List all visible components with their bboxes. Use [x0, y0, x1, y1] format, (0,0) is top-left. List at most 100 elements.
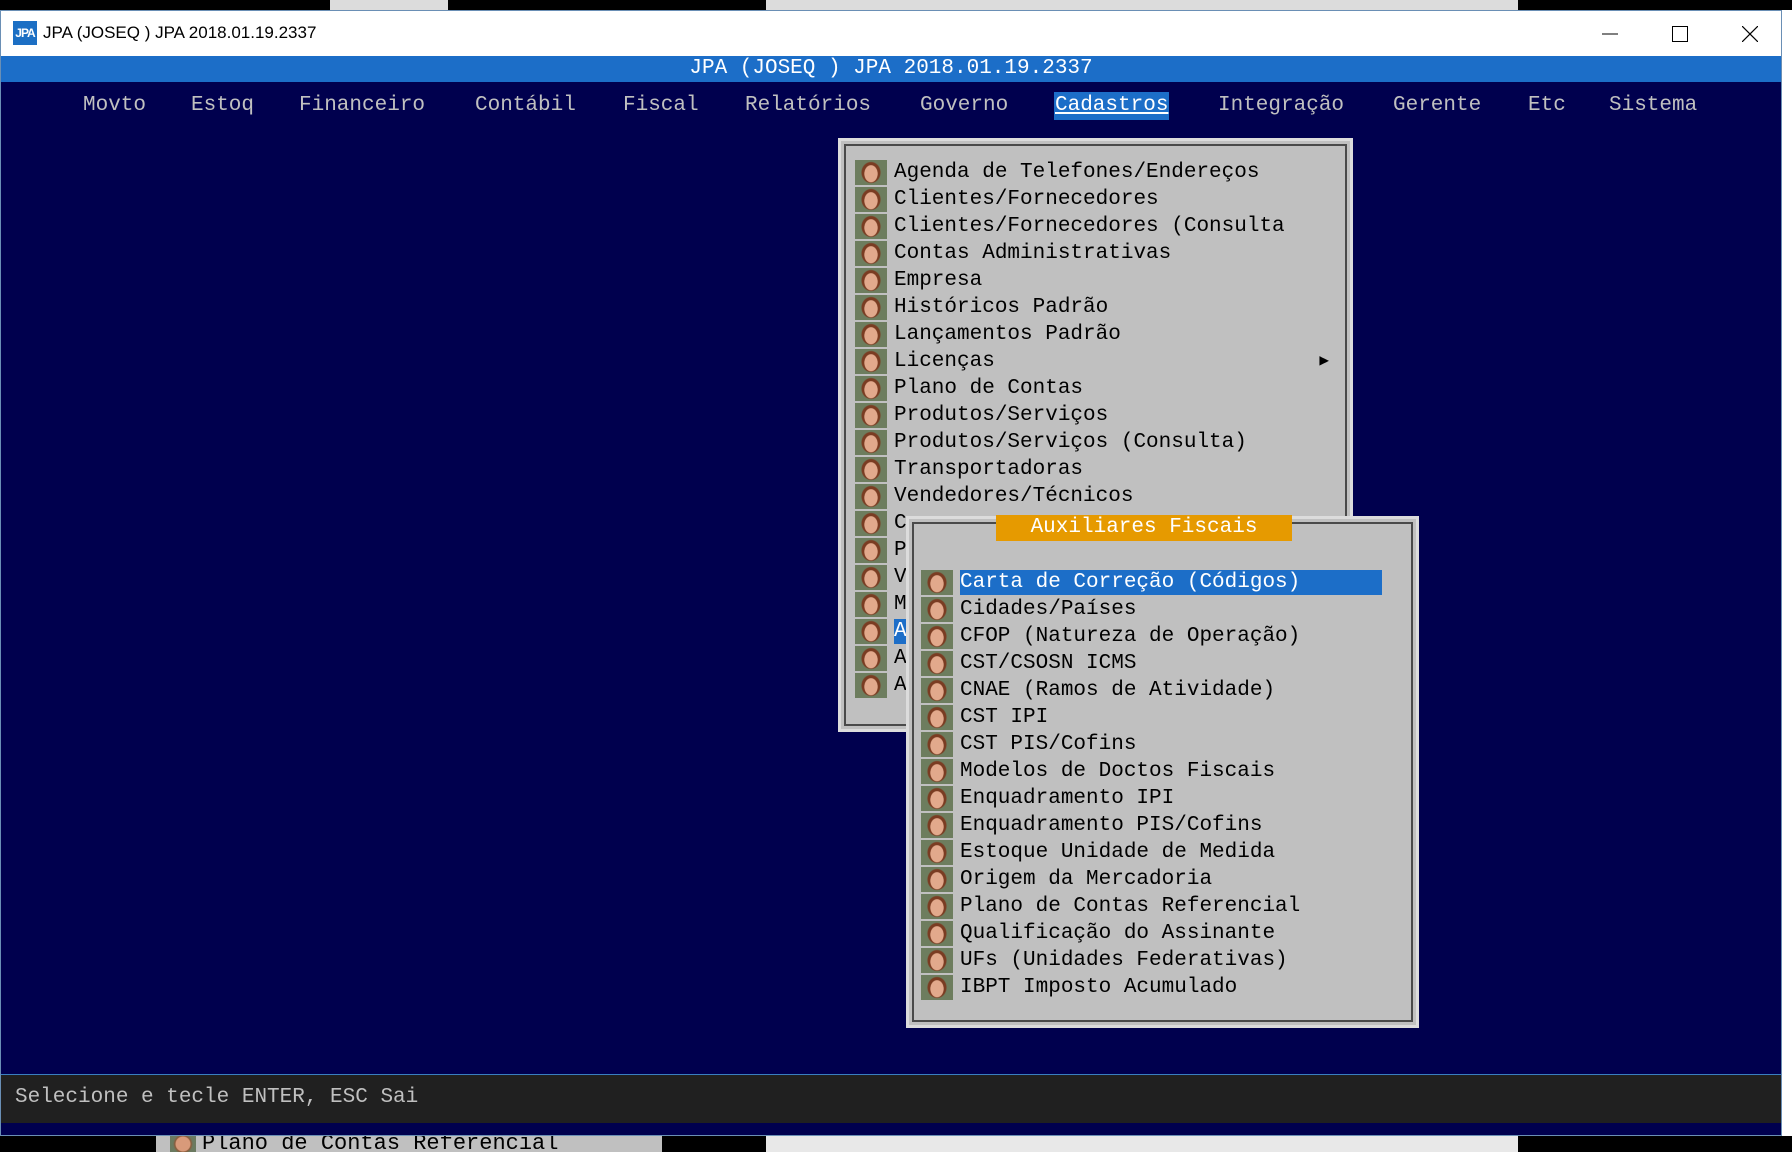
submenu-row[interactable]: CST/CSOSN ICMS	[921, 651, 1405, 676]
menu-gerente[interactable]: Gerente	[1392, 92, 1482, 120]
submenu-row-label: Qualificação do Assinante	[960, 922, 1276, 945]
submenu-row-label: Carta de Correção (Códigos)	[960, 570, 1383, 595]
menu-row[interactable]: Lançamentos Padrão	[855, 322, 1335, 347]
menu-row[interactable]: Vendedores/Técnicos	[855, 484, 1335, 509]
menu-sistema[interactable]: Sistema	[1608, 92, 1698, 120]
desktop-background-top	[0, 0, 1792, 10]
submenu-row-carta-de-correcao[interactable]: Carta de Correção (Códigos)	[921, 570, 1405, 595]
menu-row-label: Licenças	[894, 350, 995, 373]
menu-row[interactable]: Clientes/Fornecedores	[855, 187, 1335, 212]
submenu-row[interactable]: Enquadramento IPI	[921, 786, 1405, 811]
submenu-row[interactable]: Qualificação do Assinante	[921, 921, 1405, 946]
user-photo-icon	[855, 619, 887, 644]
submenu-row-label: Enquadramento PIS/Cofins	[960, 814, 1263, 837]
menu-row-label: Agenda de Telefones/Endereços	[894, 161, 1260, 184]
user-photo-icon	[921, 948, 953, 973]
submenu-row[interactable]: IBPT Imposto Acumulado	[921, 975, 1405, 1000]
user-photo-icon	[921, 732, 953, 757]
submenu-row[interactable]: Estoque Unidade de Medida	[921, 840, 1405, 865]
menu-contabil[interactable]: Contábil	[474, 92, 577, 120]
menu-row-label: Lançamentos Padrão	[894, 323, 1121, 346]
user-photo-icon	[855, 349, 887, 374]
close-icon	[1742, 26, 1758, 42]
user-photo-icon	[170, 1136, 196, 1152]
user-photo-icon	[855, 592, 887, 617]
background-window-fragment	[766, 0, 1518, 10]
user-photo-icon	[855, 565, 887, 590]
menu-row-label: Históricos Padrão	[894, 296, 1109, 319]
menu-row-label: V	[894, 566, 907, 589]
user-photo-icon	[855, 268, 887, 293]
user-photo-icon	[855, 430, 887, 455]
status-bar: Selecione e tecle ENTER, ESC Sai	[1, 1074, 1781, 1123]
user-photo-icon	[921, 678, 953, 703]
terminal-title: JPA (JOSEQ ) JPA 2018.01.19.2337	[1, 56, 1781, 82]
auxiliares-fiscais-panel: Auxiliares Fiscais Carta de Correção (Có…	[906, 515, 1419, 1028]
menu-row-label: A	[894, 674, 907, 697]
menu-row[interactable]: Clientes/Fornecedores (Consulta	[855, 214, 1335, 239]
menu-row-label: Contas Administrativas	[894, 242, 1172, 265]
minimize-button[interactable]	[1575, 11, 1645, 56]
menu-row[interactable]: Plano de Contas	[855, 376, 1335, 401]
title-bar[interactable]: JPA JPA (JOSEQ ) JPA 2018.01.19.2337	[1, 11, 1781, 56]
user-photo-icon	[855, 673, 887, 698]
menu-row-label: P	[894, 539, 907, 562]
menu-row[interactable]: Históricos Padrão	[855, 295, 1335, 320]
menu-etc[interactable]: Etc	[1527, 92, 1567, 120]
user-photo-icon	[855, 484, 887, 509]
menu-row[interactable]: Contas Administrativas	[855, 241, 1335, 266]
submenu-row[interactable]: CST IPI	[921, 705, 1405, 730]
submenu-row-label: Cidades/Países	[960, 598, 1137, 621]
user-photo-icon	[855, 511, 887, 536]
submenu-row-label: UFs (Unidades Federativas)	[960, 949, 1288, 972]
user-photo-icon	[855, 160, 887, 185]
user-photo-icon	[921, 921, 953, 946]
menu-row[interactable]: Empresa	[855, 268, 1335, 293]
menu-row[interactable]: Produtos/Serviços	[855, 403, 1335, 428]
menu-row-label: Vendedores/Técnicos	[894, 485, 1134, 508]
submenu-row-label: Plano de Contas Referencial	[960, 895, 1301, 918]
submenu-row[interactable]: CFOP (Natureza de Operação)	[921, 624, 1405, 649]
user-photo-icon	[921, 867, 953, 892]
menu-row[interactable]: Transportadoras	[855, 457, 1335, 482]
user-photo-icon	[855, 214, 887, 239]
menu-row-label: Clientes/Fornecedores (Consulta	[894, 215, 1285, 238]
submenu-row[interactable]: UFs (Unidades Federativas)	[921, 948, 1405, 973]
menu-row[interactable]: Produtos/Serviços (Consulta)	[855, 430, 1335, 455]
submenu-row-label: CNAE (Ramos de Atividade)	[960, 679, 1276, 702]
submenu-row[interactable]: Plano de Contas Referencial	[921, 894, 1405, 919]
menu-row-label: Produtos/Serviços (Consulta)	[894, 431, 1247, 454]
background-window-peek: Plano de Contas Referencial	[156, 1136, 662, 1152]
menu-row[interactable]: Agenda de Telefones/Endereços	[855, 160, 1335, 185]
app-window: JPA JPA (JOSEQ ) JPA 2018.01.19.2337 JPA…	[0, 10, 1782, 1136]
submenu-row[interactable]: CNAE (Ramos de Atividade)	[921, 678, 1405, 703]
user-photo-icon	[855, 538, 887, 563]
submenu-row-label: CST IPI	[960, 706, 1049, 729]
maximize-button[interactable]	[1645, 11, 1715, 56]
menu-governo[interactable]: Governo	[919, 92, 1009, 120]
submenu-row-label: Modelos de Doctos Fiscais	[960, 760, 1276, 783]
submenu-row[interactable]: Cidades/Países	[921, 597, 1405, 622]
submenu-row-label: CST PIS/Cofins	[960, 733, 1137, 756]
user-photo-icon	[855, 403, 887, 428]
menu-row-label: M	[894, 593, 907, 616]
submenu-row[interactable]: Enquadramento PIS/Cofins	[921, 813, 1405, 838]
user-photo-icon	[855, 241, 887, 266]
close-button[interactable]	[1715, 11, 1785, 56]
submenu-row[interactable]: CST PIS/Cofins	[921, 732, 1405, 757]
menu-estoq[interactable]: Estoq	[190, 92, 255, 120]
submenu-title: Auxiliares Fiscais	[996, 515, 1292, 541]
menu-financeiro[interactable]: Financeiro	[298, 92, 426, 120]
menu-fiscal[interactable]: Fiscal	[622, 92, 700, 120]
submenu-row[interactable]: Modelos de Doctos Fiscais	[921, 759, 1405, 784]
menu-row-licencas[interactable]: Licenças ▶	[855, 349, 1335, 374]
submenu-row-label: IBPT Imposto Acumulado	[960, 976, 1238, 999]
menu-cadastros[interactable]: Cadastros	[1054, 92, 1170, 120]
menu-integracao[interactable]: Integração	[1217, 92, 1345, 120]
terminal-area: JPA (JOSEQ ) JPA 2018.01.19.2337 Movto E…	[1, 56, 1781, 1135]
menu-movto[interactable]: Movto	[82, 92, 147, 120]
submenu-row-label: Origem da Mercadoria	[960, 868, 1213, 891]
submenu-row[interactable]: Origem da Mercadoria	[921, 867, 1405, 892]
menu-relatorios[interactable]: Relatórios	[744, 92, 872, 120]
menu-row-label: Produtos/Serviços	[894, 404, 1109, 427]
